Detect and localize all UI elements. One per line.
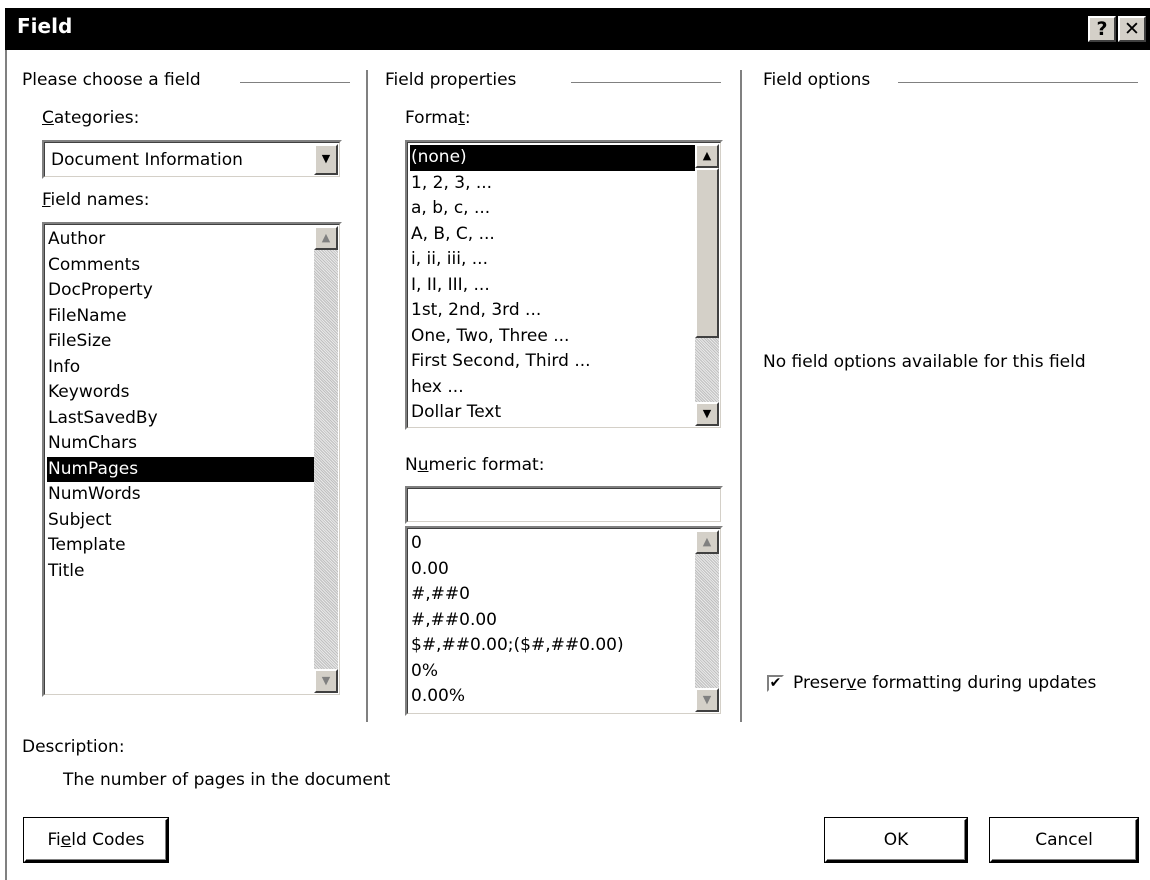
dropdown-button[interactable]: ▼	[314, 144, 338, 175]
list-item[interactable]: 1st, 2nd, 3rd ...	[410, 298, 695, 324]
list-item[interactable]: Title	[47, 559, 314, 585]
categories-combobox[interactable]: Document Information ▼	[42, 140, 342, 179]
cancel-button[interactable]: Cancel	[990, 818, 1138, 862]
list-item[interactable]: a, b, c, ...	[410, 196, 695, 222]
list-item[interactable]: Template	[47, 533, 314, 559]
ok-button[interactable]: OK	[825, 818, 967, 862]
list-item[interactable]: i, ii, iii, ...	[410, 247, 695, 273]
list-item[interactable]: Author	[47, 227, 314, 253]
down-arrow-icon: ▼	[702, 693, 712, 706]
numeric-format-label: Numeric format:	[405, 455, 545, 475]
list-item[interactable]: Dollar Text	[410, 400, 695, 426]
group-line	[240, 82, 350, 84]
list-item[interactable]: NumChars	[47, 431, 314, 457]
scroll-down-button[interactable]: ▼	[695, 688, 719, 712]
list-item[interactable]: hex ...	[410, 375, 695, 401]
field-codes-button[interactable]: Field Codes	[24, 818, 168, 862]
scroll-up-button[interactable]: ▲	[695, 144, 719, 168]
scroll-down-button[interactable]: ▼	[695, 402, 719, 426]
column-separator	[366, 70, 369, 722]
list-item[interactable]: 0.00	[410, 557, 695, 583]
vertical-scrollbar[interactable]: ▲ ▼	[695, 530, 719, 712]
up-arrow-icon: ▲	[702, 149, 712, 162]
down-arrow-icon: ▼	[321, 674, 331, 687]
list-item[interactable]: FileSize	[47, 329, 314, 355]
up-arrow-icon: ▲	[702, 535, 712, 548]
format-list: (none) 1, 2, 3, ... a, b, c, ... A, B, C, .…	[410, 145, 695, 426]
format-label: Format:	[405, 108, 471, 128]
list-item[interactable]: First Second, Third ...	[410, 349, 695, 375]
categories-label: Categories:	[42, 108, 140, 128]
list-item[interactable]: Info	[47, 355, 314, 381]
group-line	[898, 82, 1138, 84]
list-item[interactable]: 0.00%	[410, 684, 695, 710]
scroll-thumb[interactable]	[695, 168, 719, 338]
close-icon: ✕	[1124, 18, 1140, 40]
list-item[interactable]: Comments	[47, 253, 314, 279]
list-item[interactable]: Keywords	[47, 380, 314, 406]
description-text: The number of pages in the document	[63, 770, 391, 790]
group-title-options: Field options	[763, 70, 871, 90]
list-item[interactable]: A, B, C, ...	[410, 222, 695, 248]
preserve-formatting-checkbox[interactable]: ✔	[767, 675, 784, 692]
group-title-choose: Please choose a field	[22, 70, 201, 90]
list-item[interactable]: Subject	[47, 508, 314, 534]
no-options-message: No field options available for this fiel…	[763, 352, 1086, 372]
list-item[interactable]: NumPages	[47, 456, 314, 482]
vertical-scrollbar[interactable]: ▲ ▼	[314, 226, 338, 693]
list-item[interactable]: (none)	[410, 145, 695, 171]
field-names-listbox[interactable]: Author Comments DocProperty FileName FileSiz…	[42, 222, 342, 697]
group-line	[571, 82, 721, 84]
list-item[interactable]: One, Two, Three ...	[410, 324, 695, 350]
list-item[interactable]: $#,##0.00;($#,##0.00)	[410, 633, 695, 659]
format-listbox[interactable]: (none) 1, 2, 3, ... a, b, c, ... A, B, C, .…	[405, 140, 723, 430]
list-item[interactable]: #,##0	[410, 582, 695, 608]
chevron-down-icon: ▼	[321, 152, 331, 165]
numeric-format-listbox[interactable]: 0 0.00 #,##0 #,##0.00 $#,##0.00;($#,##0.00) 0…	[405, 526, 723, 716]
close-button[interactable]: ✕	[1118, 16, 1146, 42]
description-label: Description:	[22, 737, 125, 757]
list-item[interactable]: LastSavedBy	[47, 406, 314, 432]
help-icon: ?	[1096, 18, 1108, 40]
list-item[interactable]: 0%	[410, 659, 695, 685]
list-item[interactable]: DocProperty	[47, 278, 314, 304]
list-item[interactable]: 1, 2, 3, ...	[410, 171, 695, 197]
scroll-up-button[interactable]: ▲	[314, 226, 338, 250]
checkmark-icon: ✔	[769, 675, 782, 691]
list-item[interactable]: NumWords	[47, 482, 314, 508]
scroll-down-button[interactable]: ▼	[314, 669, 338, 693]
list-item[interactable]: 0	[410, 531, 695, 557]
numeric-format-list: 0 0.00 #,##0 #,##0.00 $#,##0.00;($#,##0.00) 0…	[410, 531, 695, 710]
down-arrow-icon: ▼	[702, 407, 712, 420]
title-bar: Field ? ✕	[5, 8, 1150, 50]
numeric-format-input[interactable]	[405, 486, 723, 524]
group-title-properties: Field properties	[385, 70, 517, 90]
up-arrow-icon: ▲	[321, 231, 331, 244]
list-item[interactable]: FileName	[47, 304, 314, 330]
categories-value: Document Information	[51, 150, 243, 170]
window-title: Field	[17, 14, 73, 38]
help-button[interactable]: ?	[1088, 16, 1116, 42]
field-names-list: Author Comments DocProperty FileName FileSiz…	[47, 227, 314, 584]
dialog-frame	[5, 50, 7, 880]
vertical-scrollbar[interactable]: ▲ ▼	[695, 144, 719, 426]
list-item[interactable]: #,##0.00	[410, 608, 695, 634]
list-item[interactable]: I, II, III, ...	[410, 273, 695, 299]
field-names-label: Field names:	[42, 190, 150, 210]
preserve-formatting-label: Preserve formatting during updates	[793, 673, 1097, 693]
scroll-up-button[interactable]: ▲	[695, 530, 719, 554]
column-separator	[740, 70, 743, 722]
